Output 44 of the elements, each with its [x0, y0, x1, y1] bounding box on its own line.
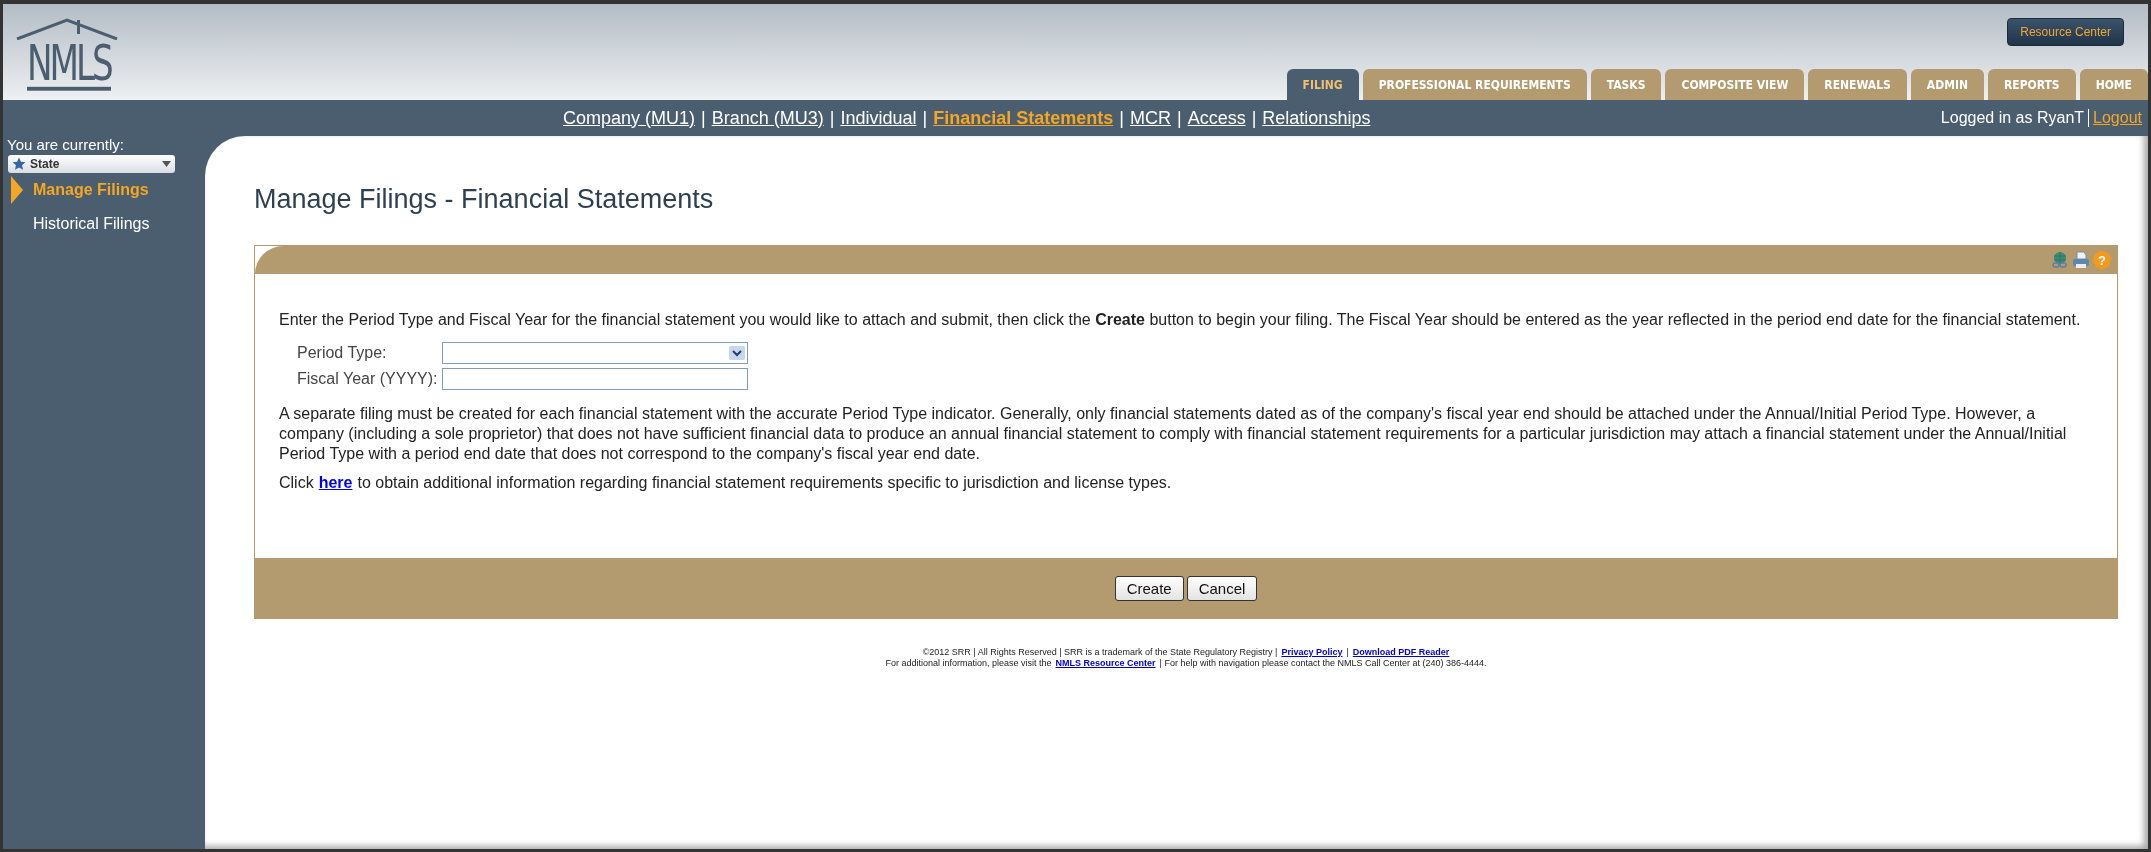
- separator: |: [1251, 107, 1257, 129]
- subnav-link[interactable]: MCR: [1129, 107, 1171, 129]
- separator: |: [829, 107, 835, 129]
- field-label: Period Type:: [297, 344, 388, 362]
- subnav-link[interactable]: Individual: [840, 107, 917, 129]
- subnav-link[interactable]: Branch (MU3): [711, 107, 824, 129]
- subnav-link[interactable]: Relationships: [1262, 107, 1371, 129]
- role-dropdown[interactable]: State: [8, 155, 175, 173]
- note-text: A separate filing must be created for each financial statement with the accurate Period Type indicator. Generally, only financial statements dated as of the company's fiscal year end should be attached under the Annual/Initial Period Type. However, a company (including a sole proprietor) that does not have sufficient financial data to produce an annual financial statement to comply with financial statement requirements for a particular jurisdiction may attach a financial statement under the Annual/Initial Period Type with a period end date that does not correspond to the company's fiscal year end date.: [279, 404, 2068, 464]
- footer-link[interactable]: Privacy Policy: [1281, 647, 1343, 657]
- separator: |: [1119, 107, 1124, 129]
- here-link[interactable]: here: [318, 474, 353, 492]
- globe-link-icon[interactable]: [2051, 251, 2069, 269]
- separator: |: [1176, 107, 1182, 129]
- dropdown-arrow-icon: [162, 161, 171, 167]
- click-text: Click: [279, 474, 314, 492]
- logo[interactable]: NMLS: [27, 40, 111, 91]
- instructions-text: Enter the Period Type and Fiscal Year for the financial statement you would like to attach and submit, then click the Create button to begin your filing. The Fiscal Year should be entered as the year reflected in the period end date for the financial statement.: [279, 310, 2082, 330]
- star-icon: [12, 157, 26, 171]
- form-button[interactable]: Create: [1114, 575, 1184, 601]
- click-text: to obtain additional information regarding financial statement requirements specific to jurisdiction and license types.: [357, 474, 1172, 492]
- roof-icon: [15, 18, 119, 40]
- fiscal-year-input[interactable]: [442, 368, 748, 390]
- footer-text: |: [1346, 647, 1349, 657]
- footer-text: ©2012 SRR | All Rights Reserved | SRR is a trademark of the State Regulatory Registry |: [922, 647, 1278, 657]
- footer-link[interactable]: NMLS Resource Center: [1055, 658, 1156, 668]
- subnav-link[interactable]: Company (MU1): [563, 107, 696, 129]
- footer-link[interactable]: Download PDF Reader: [1352, 647, 1450, 657]
- period-type-select[interactable]: [442, 342, 748, 364]
- footer-text: For additional information, please visit the: [885, 658, 1052, 668]
- selected-arrow-icon: [11, 176, 23, 204]
- resource-center-button[interactable]: Resource Center: [2007, 18, 2124, 46]
- location-caption: You are currently:: [6, 136, 125, 155]
- page-title: Manage Filings - Financial Statements: [254, 184, 715, 215]
- form-button[interactable]: Cancel: [1186, 575, 1258, 601]
- separator: |: [701, 107, 706, 129]
- nav-tab[interactable]: FILING: [1286, 69, 1359, 100]
- logged-in-text: Logged in as RyanT: [1940, 109, 2085, 127]
- field-label: Fiscal Year (YYYY):: [297, 370, 439, 388]
- sidebar-item[interactable]: Historical Filings: [33, 215, 150, 233]
- printer-icon[interactable]: [2072, 251, 2090, 269]
- footer-text: | For help with navigation please contact the NMLS Call Center at (240) 386-4444.: [1159, 658, 1487, 668]
- separator: |: [922, 107, 928, 129]
- subnav-link[interactable]: Access: [1187, 107, 1246, 129]
